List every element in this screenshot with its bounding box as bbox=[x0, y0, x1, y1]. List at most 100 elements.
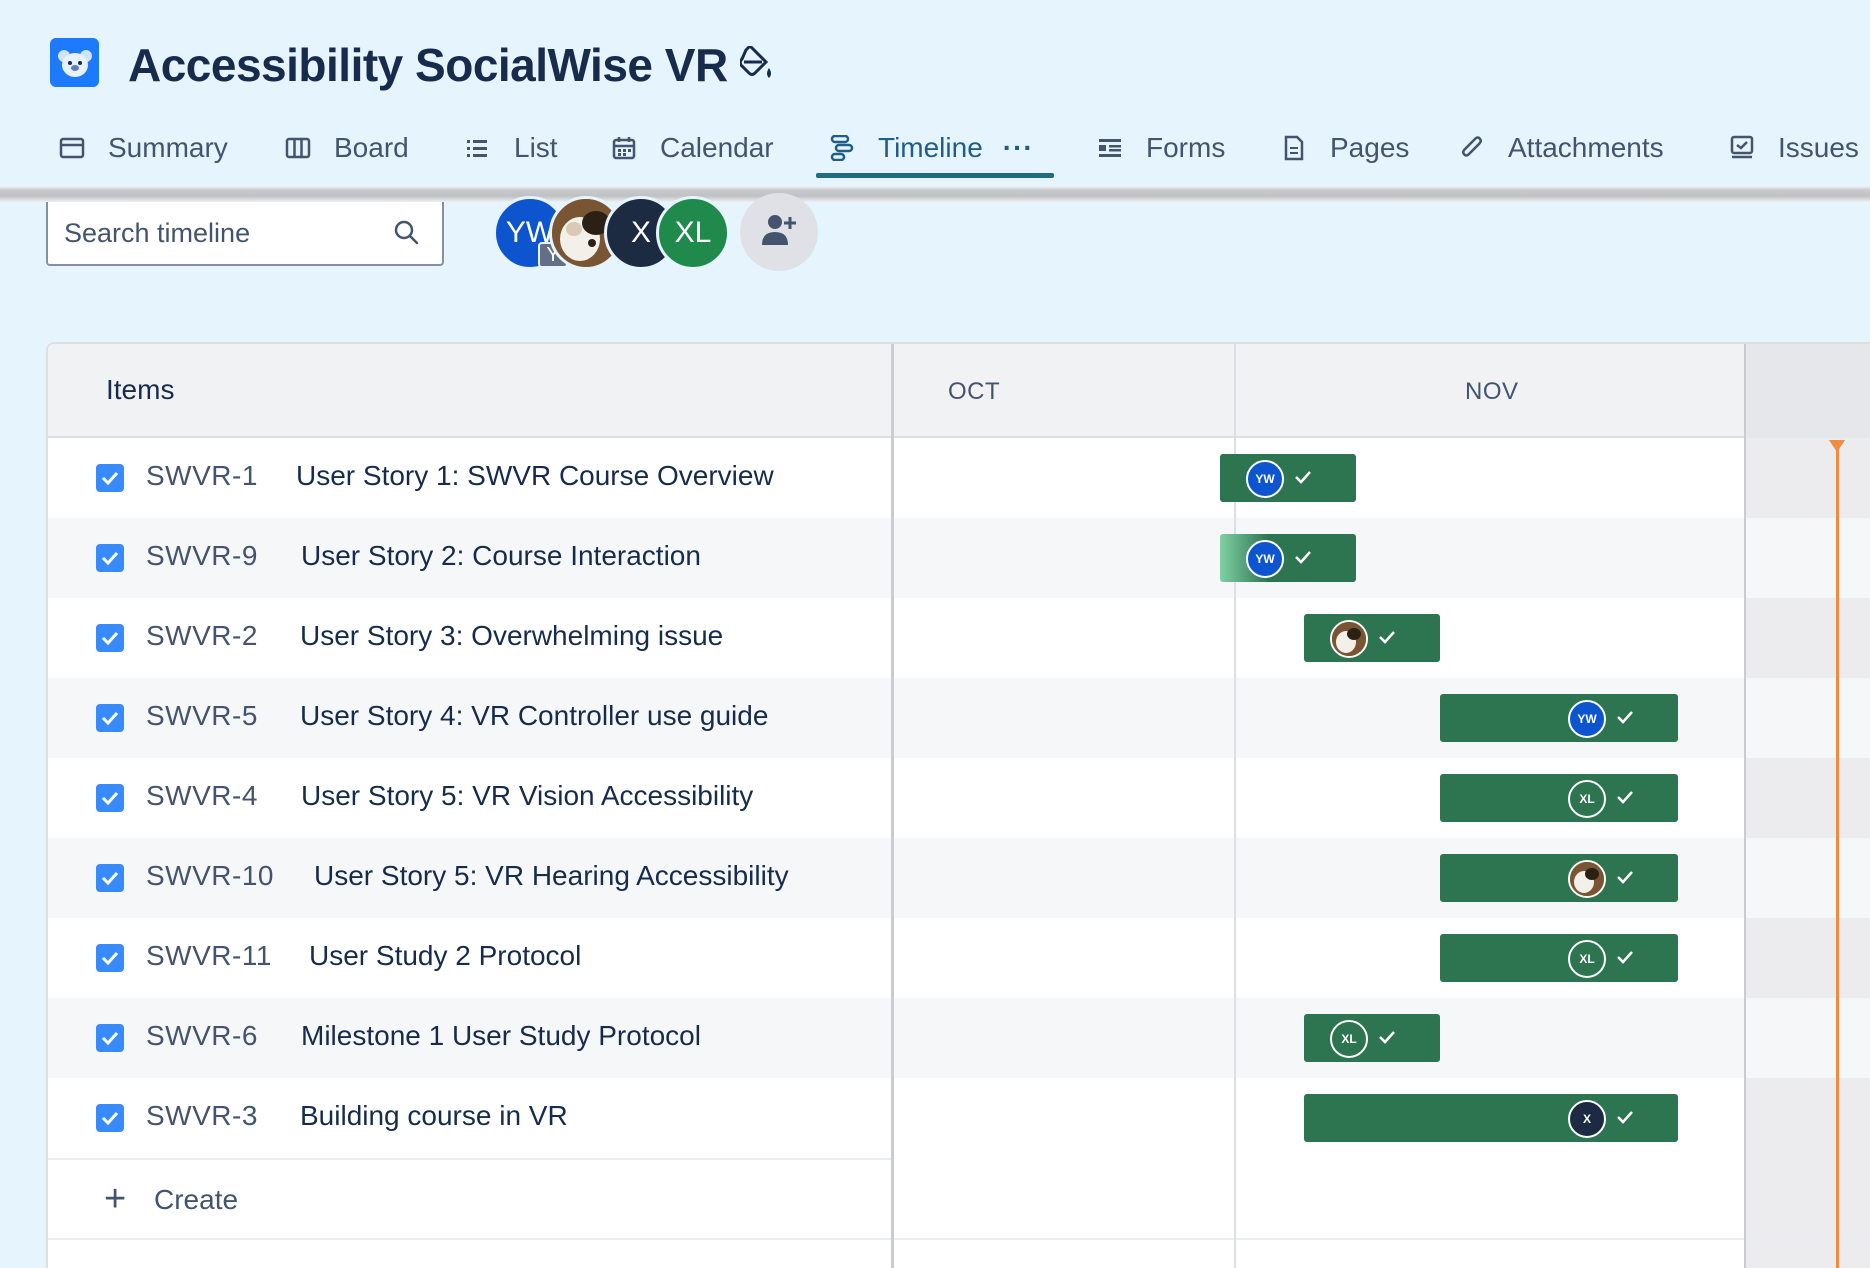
tab-label: Timeline bbox=[878, 132, 983, 163]
issue-summary[interactable]: Building course in VR bbox=[300, 1100, 568, 1132]
tab-label: Pages bbox=[1330, 132, 1410, 163]
timeline-bar[interactable]: XL bbox=[1304, 1014, 1440, 1062]
issue-summary[interactable]: User Story 4: VR Controller use guide bbox=[300, 700, 768, 732]
table-row[interactable]: SWVR-2 User Story 3: Overwhelming issue bbox=[48, 598, 1870, 678]
assignee-avatar-photo bbox=[1330, 620, 1368, 658]
tab-label: Issues bbox=[1778, 132, 1859, 163]
timeline-icon bbox=[828, 134, 856, 162]
calendar-icon bbox=[610, 134, 638, 162]
timeline-header: Items OCT NOV bbox=[48, 344, 1870, 438]
done-check-icon bbox=[1617, 791, 1633, 804]
tab-attachments[interactable]: Attachments bbox=[1458, 118, 1664, 178]
timeline-bar[interactable]: YW bbox=[1220, 454, 1356, 502]
timeline-bar[interactable]: X bbox=[1304, 1094, 1678, 1142]
month-label-nov: NOV bbox=[1465, 378, 1519, 405]
done-check-icon bbox=[1617, 711, 1633, 724]
done-check-icon bbox=[1617, 1111, 1633, 1124]
table-row[interactable]: SWVR-6 Milestone 1 User Study Protocol bbox=[48, 998, 1870, 1078]
issue-summary[interactable]: User Story 5: VR Vision Accessibility bbox=[301, 780, 753, 812]
issue-summary[interactable]: User Story 3: Overwhelming issue bbox=[300, 620, 723, 652]
assignee-avatar: XL bbox=[1568, 780, 1606, 818]
issue-key[interactable]: SWVR-9 bbox=[146, 540, 258, 572]
koala-project-icon[interactable] bbox=[50, 38, 99, 87]
issue-key[interactable]: SWVR-5 bbox=[146, 700, 258, 732]
done-check-icon bbox=[1379, 1031, 1395, 1044]
tab-label: Board bbox=[334, 132, 409, 163]
tab-summary[interactable]: Summary bbox=[58, 118, 228, 178]
tab-pages[interactable]: Pages bbox=[1280, 118, 1409, 178]
more-options-icon[interactable]: ··· bbox=[1003, 132, 1034, 164]
summary-icon bbox=[58, 134, 86, 162]
add-people-button[interactable] bbox=[740, 193, 818, 271]
avatar-xl[interactable]: XL bbox=[656, 196, 730, 270]
page-title: Accessibility SocialWise VR bbox=[128, 39, 728, 91]
issue-summary[interactable]: User Story 5: VR Hearing Accessibility bbox=[314, 860, 789, 892]
issue-summary[interactable]: User Story 2: Course Interaction bbox=[301, 540, 701, 572]
checkbox-checked-icon[interactable] bbox=[96, 1104, 124, 1132]
issue-key[interactable]: SWVR-6 bbox=[146, 1020, 258, 1052]
header-shade bbox=[1746, 344, 1870, 438]
checkbox-checked-icon[interactable] bbox=[96, 864, 124, 892]
done-check-icon bbox=[1617, 871, 1633, 884]
timeline-bar[interactable] bbox=[1304, 614, 1440, 662]
timeline-bar[interactable]: YW bbox=[1220, 534, 1356, 582]
items-column-divider[interactable] bbox=[891, 344, 894, 1268]
issue-summary[interactable]: User Story 1: SWVR Course Overview bbox=[296, 460, 774, 492]
timeline-bar[interactable]: XL bbox=[1440, 774, 1678, 822]
checkbox-checked-icon[interactable] bbox=[96, 464, 124, 492]
assignee-avatar: YW bbox=[1246, 540, 1284, 578]
checkbox-checked-icon[interactable] bbox=[96, 1024, 124, 1052]
tab-list[interactable]: List bbox=[464, 118, 558, 178]
items-header: Items bbox=[106, 374, 175, 405]
issue-key[interactable]: SWVR-11 bbox=[146, 940, 272, 972]
assignee-avatar: X bbox=[1568, 1100, 1606, 1138]
tab-issues[interactable]: Issues bbox=[1728, 118, 1859, 178]
row-divider bbox=[48, 1238, 1870, 1240]
checkbox-checked-icon[interactable] bbox=[96, 944, 124, 972]
month-label-oct: OCT bbox=[948, 378, 1001, 405]
checkbox-checked-icon[interactable] bbox=[96, 624, 124, 652]
checkbox-checked-icon[interactable] bbox=[96, 704, 124, 732]
plus-icon: + bbox=[104, 1178, 127, 1220]
forms-icon bbox=[1096, 134, 1124, 162]
tab-label: Attachments bbox=[1508, 132, 1664, 163]
table-row[interactable]: SWVR-1 User Story 1: SWVR Course Overvie… bbox=[48, 438, 1870, 518]
attachment-icon bbox=[1458, 134, 1486, 162]
done-check-icon bbox=[1295, 471, 1311, 484]
checkbox-checked-icon[interactable] bbox=[96, 784, 124, 812]
board-icon bbox=[284, 134, 312, 162]
active-tab-indicator bbox=[816, 173, 1054, 178]
month-divider bbox=[1744, 344, 1746, 1268]
tab-forms[interactable]: Forms bbox=[1096, 118, 1225, 178]
tab-label: Calendar bbox=[660, 132, 774, 163]
paint-bucket-icon[interactable] bbox=[738, 43, 774, 84]
issue-key[interactable]: SWVR-2 bbox=[146, 620, 258, 652]
issue-summary[interactable]: Milestone 1 User Study Protocol bbox=[301, 1020, 701, 1052]
search-placeholder: Search timeline bbox=[64, 217, 251, 248]
pages-icon bbox=[1280, 134, 1308, 162]
list-icon bbox=[464, 134, 492, 162]
issue-key[interactable]: SWVR-1 bbox=[146, 460, 258, 492]
issue-summary[interactable]: User Study 2 Protocol bbox=[309, 940, 581, 972]
tab-calendar[interactable]: Calendar bbox=[610, 118, 774, 178]
tab-label: Forms bbox=[1146, 132, 1226, 163]
timeline-bar[interactable]: XL bbox=[1440, 934, 1678, 982]
issue-key[interactable]: SWVR-4 bbox=[146, 780, 258, 812]
timeline-bar[interactable] bbox=[1440, 854, 1678, 902]
header-divider bbox=[0, 186, 1870, 202]
search-input[interactable]: Search timeline bbox=[46, 202, 444, 266]
table-row[interactable]: SWVR-9 User Story 2: Course Interaction bbox=[48, 518, 1870, 598]
tab-board[interactable]: Board bbox=[284, 118, 409, 178]
checkbox-checked-icon[interactable] bbox=[96, 544, 124, 572]
tab-timeline[interactable]: Timeline ··· bbox=[828, 118, 1034, 178]
issue-key[interactable]: SWVR-10 bbox=[146, 860, 274, 892]
create-item-button[interactable]: + Create bbox=[48, 1158, 893, 1238]
timeline-bar[interactable]: YW bbox=[1440, 694, 1678, 742]
issue-key[interactable]: SWVR-3 bbox=[146, 1100, 258, 1132]
done-check-icon bbox=[1295, 551, 1311, 564]
assignee-avatar-photo bbox=[1568, 860, 1606, 898]
assignee-avatar: XL bbox=[1330, 1020, 1368, 1058]
create-label: Create bbox=[154, 1184, 239, 1215]
project-header: Accessibility SocialWise VR bbox=[0, 0, 1870, 130]
today-line bbox=[1836, 440, 1839, 1268]
